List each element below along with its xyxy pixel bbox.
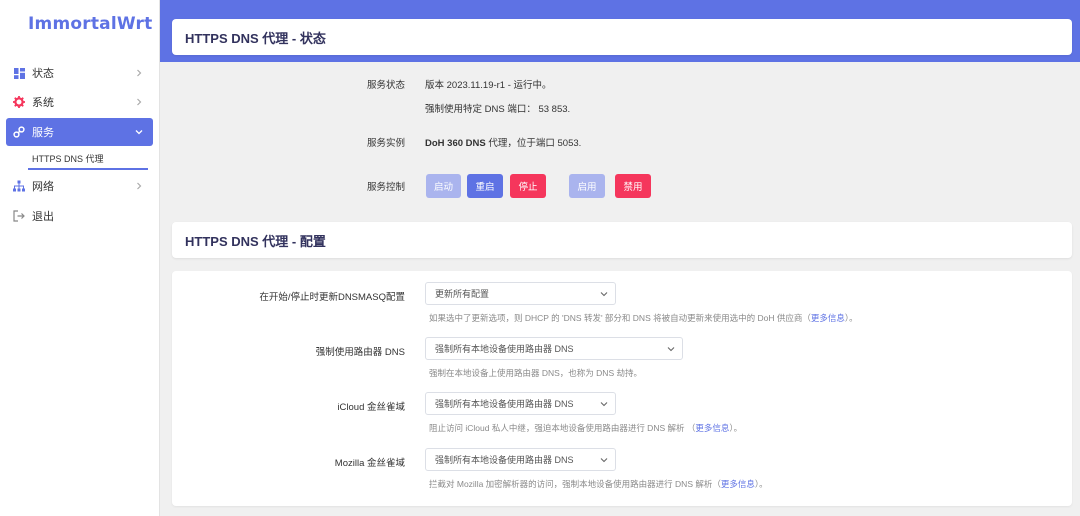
more-info-link[interactable]: 更多信息 [811,313,845,323]
service-control-label: 服务控制 [366,182,405,193]
network-icon [13,180,25,192]
select-value: 强制所有本地设备使用路由器 DNS [435,344,574,354]
dnsmasq-update-select[interactable]: 更新所有配置 [425,282,616,305]
field-label: 强制使用路由器 DNS [315,347,405,358]
chevron-down-icon [600,400,608,408]
enable-button[interactable]: 启用 [569,174,605,198]
status-section-title: HTTPS DNS 代理 - 状态 [172,19,1072,55]
more-info-link[interactable]: 更多信息 [721,479,755,489]
select-value: 强制所有本地设备使用路由器 DNS [435,399,574,409]
instance-port: 代理，位于端口 5053. [485,138,582,149]
field-help: 阻止访问 iCloud 私人中继，强迫本地设备使用路由器进行 DNS 解析 （更… [429,423,743,433]
disable-button[interactable]: 禁用 [615,174,651,198]
sidebar-subitem-https-dns-proxy[interactable]: HTTPS DNS 代理 [32,152,104,165]
chevron-down-icon [667,345,675,353]
field-help: 拦截对 Mozilla 加密解析器的访问，强制本地设备使用路由器进行 DNS 解… [429,479,768,489]
config-form: 在开始/停止时更新DNSMASQ配置 更新所有配置 如果选中了更新选项，则 DH… [172,271,1072,506]
sidebar-item-label: 状态 [32,68,54,80]
sidebar-item-label: 网络 [32,181,54,193]
icloud-canary-select[interactable]: 强制所有本地设备使用路由器 DNS [425,392,616,415]
service-instance-label: 服务实例 [366,138,405,149]
field-help: 如果选中了更新选项，则 DHCP 的 'DNS 转发' 部分和 DNS 将被自动… [429,313,858,323]
chevron-right-icon [133,96,145,108]
sidebar-item-system[interactable]: 系统 [6,88,153,116]
gear-icon [13,96,25,108]
logout-icon [13,210,25,222]
sidebar-item-label: 服务 [32,127,54,139]
active-subitem-indicator [28,168,148,170]
select-value: 强制所有本地设备使用路由器 DNS [435,455,574,465]
service-instance-value: DoH 360 DNS 代理，位于端口 5053. [425,135,581,149]
more-info-link[interactable]: 更多信息 [695,423,729,433]
sidebar-item-label: 系统 [32,97,54,109]
start-button[interactable]: 启动 [426,174,461,198]
config-section-title: HTTPS DNS 代理 - 配置 [172,222,1072,258]
stop-button[interactable]: 停止 [510,174,546,198]
restart-button[interactable]: 重启 [467,174,503,198]
chevron-down-icon [600,456,608,464]
chevron-down-icon [600,290,608,298]
main-content: HTTPS DNS 代理 - 状态 服务状态 版本 2023.11.19-r1 … [160,0,1080,516]
force-router-dns-select[interactable]: 强制所有本地设备使用路由器 DNS [425,337,683,360]
sidebar-item-label: 退出 [32,211,54,223]
mozilla-canary-select[interactable]: 强制所有本地设备使用路由器 DNS [425,448,616,471]
service-status-version: 版本 2023.11.19-r1 - 运行中。 [425,80,552,91]
logo: ImmortalWrt [28,14,153,34]
select-value: 更新所有配置 [435,289,490,299]
services-icon [13,126,25,138]
service-status-ports: 强制使用特定 DNS 端口： 53 853. [425,104,571,115]
field-help: 强制在本地设备上使用路由器 DNS，也称为 DNS 劫持。 [429,368,642,378]
field-label: 在开始/停止时更新DNSMASQ配置 [259,292,405,303]
dashboard-icon [13,67,25,79]
field-label: Mozilla 金丝雀域 [334,458,405,469]
sidebar-item-logout[interactable]: 退出 [6,202,153,230]
field-label: iCloud 金丝雀域 [337,402,405,413]
service-status-label: 服务状态 [366,80,405,91]
instance-name: DoH 360 DNS [425,138,486,149]
